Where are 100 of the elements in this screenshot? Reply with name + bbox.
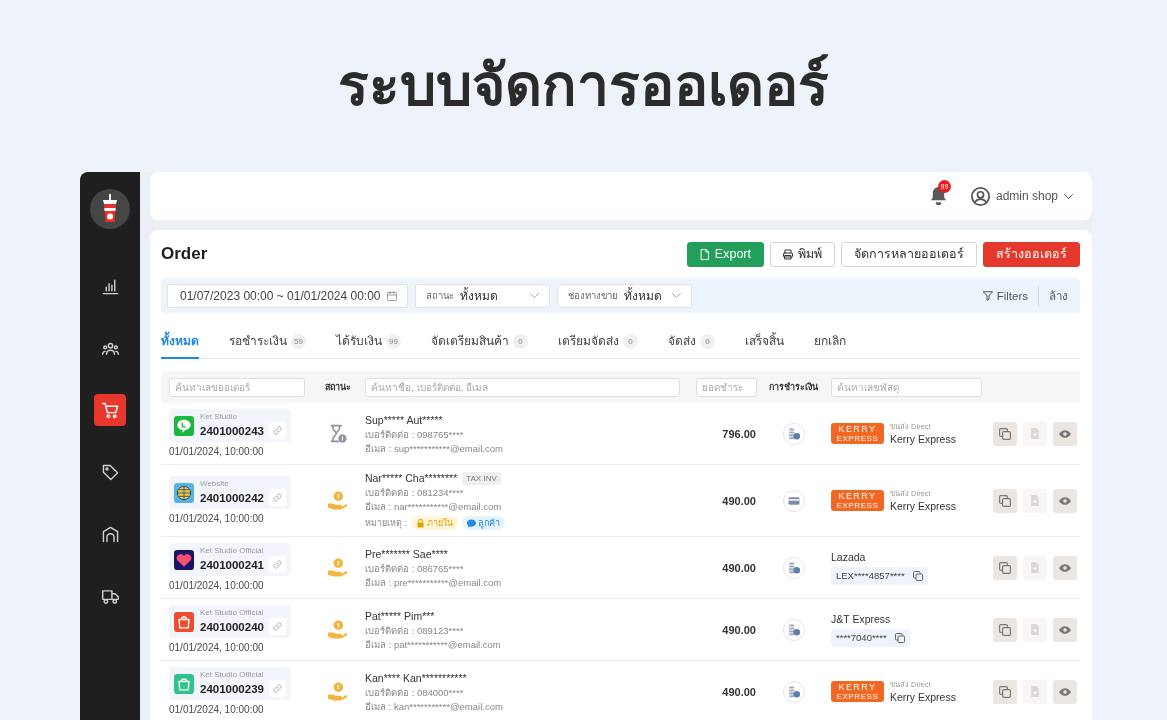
view-button[interactable] (1053, 679, 1077, 704)
duplicate-button[interactable] (993, 679, 1017, 704)
view-button[interactable] (1053, 488, 1077, 513)
copy-icon (894, 633, 905, 643)
customer-name: Kan**** Kan*********** (365, 670, 467, 685)
copy-button[interactable] (912, 571, 923, 581)
view-button[interactable] (1053, 421, 1077, 446)
courier-logo: KERRY EXPRESS (831, 681, 884, 702)
column-label: การชำระเงิน (769, 381, 818, 393)
hand-coin-icon (328, 491, 347, 510)
count-badge: 0 (623, 333, 638, 349)
order-date: 01/01/2024, 10:00:00 (169, 704, 264, 716)
filter-select[interactable]: ช่องทางขาย ทั้งหมด (557, 283, 692, 308)
customer-phone: เบอร์ติดต่อ : 084000**** (365, 685, 465, 699)
link-icon (272, 426, 282, 435)
document-icon (1031, 562, 1039, 573)
nav-button[interactable] (94, 394, 126, 426)
store-icon (101, 525, 119, 543)
order-amount: 490.00 (722, 560, 756, 575)
note-tag-label: ลูกค้า (478, 517, 500, 529)
lock-icon (416, 518, 425, 528)
view-button[interactable] (1053, 555, 1077, 580)
chat-bubble-icon (467, 518, 476, 528)
count-badge: 0 (513, 333, 528, 349)
order-number: 2401000239 (200, 681, 264, 696)
customer-phone: เบอร์ติดต่อ : 089123**** (365, 623, 465, 637)
tracking-search-field[interactable]: ค้นหาเลขพัสดุ (831, 377, 982, 397)
tracking-number: LEX****4857**** (836, 570, 905, 582)
status-tab[interactable]: รอชำระเงิน 59 (229, 325, 306, 359)
duplicate-button[interactable] (993, 488, 1017, 513)
eye-icon (1059, 687, 1071, 696)
store-name: Ket Studio Official (200, 546, 265, 556)
count-badge: 59 (291, 333, 306, 349)
status-tab[interactable]: เสร็จสิ้น (745, 325, 784, 359)
customer-name: Pre******* Sae**** (365, 546, 448, 561)
shopping-bag-icon (174, 673, 194, 694)
copy-icon (999, 561, 1011, 574)
link-icon (272, 684, 282, 693)
order-amount: 490.00 (722, 493, 756, 508)
order-date: 01/01/2024, 10:00:00 (169, 642, 264, 654)
coins-icon (782, 618, 805, 641)
customer-email: อีเมล : pre***********@email.com (365, 575, 503, 589)
page-heading: Order (161, 244, 208, 264)
tax-invoice-badge: TAX INV (462, 471, 501, 485)
status-tab[interactable]: ได้รับเงิน 99 (336, 325, 401, 359)
customer-search-field[interactable]: ค้นหาชื่อ, เบอร์ติดต่อ, อีเมล (365, 377, 680, 397)
bulk-manage-button[interactable]: จัดการหลายออเดอร์ (841, 241, 977, 267)
filters-button[interactable]: Filters (982, 287, 1028, 304)
tag-icon (101, 463, 119, 481)
duplicate-button[interactable] (993, 617, 1017, 642)
view-button[interactable] (1053, 617, 1077, 642)
amount-search-field[interactable]: ยอดชำระ (695, 377, 757, 397)
customer-name: Nar***** Cha******** (365, 471, 458, 485)
user-menu[interactable]: admin shop (970, 186, 1073, 206)
status-tab[interactable]: จัดส่ง 0 (668, 325, 715, 359)
shopping-bag-icon (174, 611, 194, 632)
status-tab[interactable]: ทั้งหมด (161, 325, 199, 359)
courier-name: Kerry Express (890, 498, 956, 513)
customer-name: Sup***** Aut***** (365, 412, 443, 427)
create-order-button[interactable]: สร้างออเดอร์ (983, 241, 1080, 267)
heart-logo-icon (174, 549, 194, 570)
courier-name: Kerry Express (890, 431, 956, 446)
filter-select[interactable]: สถานะ ทั้งหมด (415, 283, 550, 308)
date-range-field[interactable]: 01/07/2023 00:00 ~ 01/01/2024 00:00 (167, 283, 408, 308)
chevron-down-icon (1064, 193, 1073, 199)
coins-icon (782, 422, 805, 445)
print-button[interactable]: พิมพ์ (770, 241, 835, 267)
store-name: Ket Studio (200, 412, 238, 422)
order-search-field[interactable]: ค้นหาเลขออเดอร์ (169, 377, 305, 397)
customer-phone: เบอร์ติดต่อ : 086765**** (365, 561, 465, 575)
duplicate-button[interactable] (993, 555, 1017, 580)
truck-icon (101, 587, 119, 605)
eye-icon (1059, 496, 1071, 505)
copy-icon (999, 685, 1011, 698)
link-icon (272, 560, 282, 569)
order-date: 01/01/2024, 10:00:00 (169, 513, 264, 525)
copy-icon (912, 571, 923, 581)
customer-email: อีเมล : kan***********@email.com (365, 699, 504, 713)
status-tab[interactable]: ยกเลิก (814, 325, 846, 359)
order-date: 01/01/2024, 10:00:00 (169, 580, 264, 592)
status-tab[interactable]: เตรียมจัดส่ง 0 (558, 325, 638, 359)
customer-phone: เบอร์ติดต่อ : 098765**** (365, 427, 465, 441)
document-icon (1031, 624, 1039, 635)
globe-icon (174, 482, 194, 503)
clear-button[interactable]: ล้าง (1049, 287, 1068, 304)
order-number: 2401000243 (200, 423, 264, 438)
column-label: สถานะ (324, 381, 351, 393)
chat-app-icon (174, 415, 194, 436)
status-tab[interactable]: จัดเตรียมสินค้า 0 (431, 325, 528, 359)
copy-icon (999, 427, 1011, 440)
order-amount: 490.00 (722, 622, 756, 637)
order-number: 2401000242 (200, 490, 264, 505)
customer-email: อีเมล : sup***********@email.com (365, 441, 504, 455)
hand-coin-icon (328, 558, 347, 577)
document-icon (1031, 686, 1039, 697)
credit-card-icon (782, 489, 805, 512)
duplicate-button[interactable] (993, 421, 1017, 446)
copy-button[interactable] (894, 633, 905, 643)
coins-icon (782, 556, 805, 579)
hourglass-icon (328, 424, 347, 443)
